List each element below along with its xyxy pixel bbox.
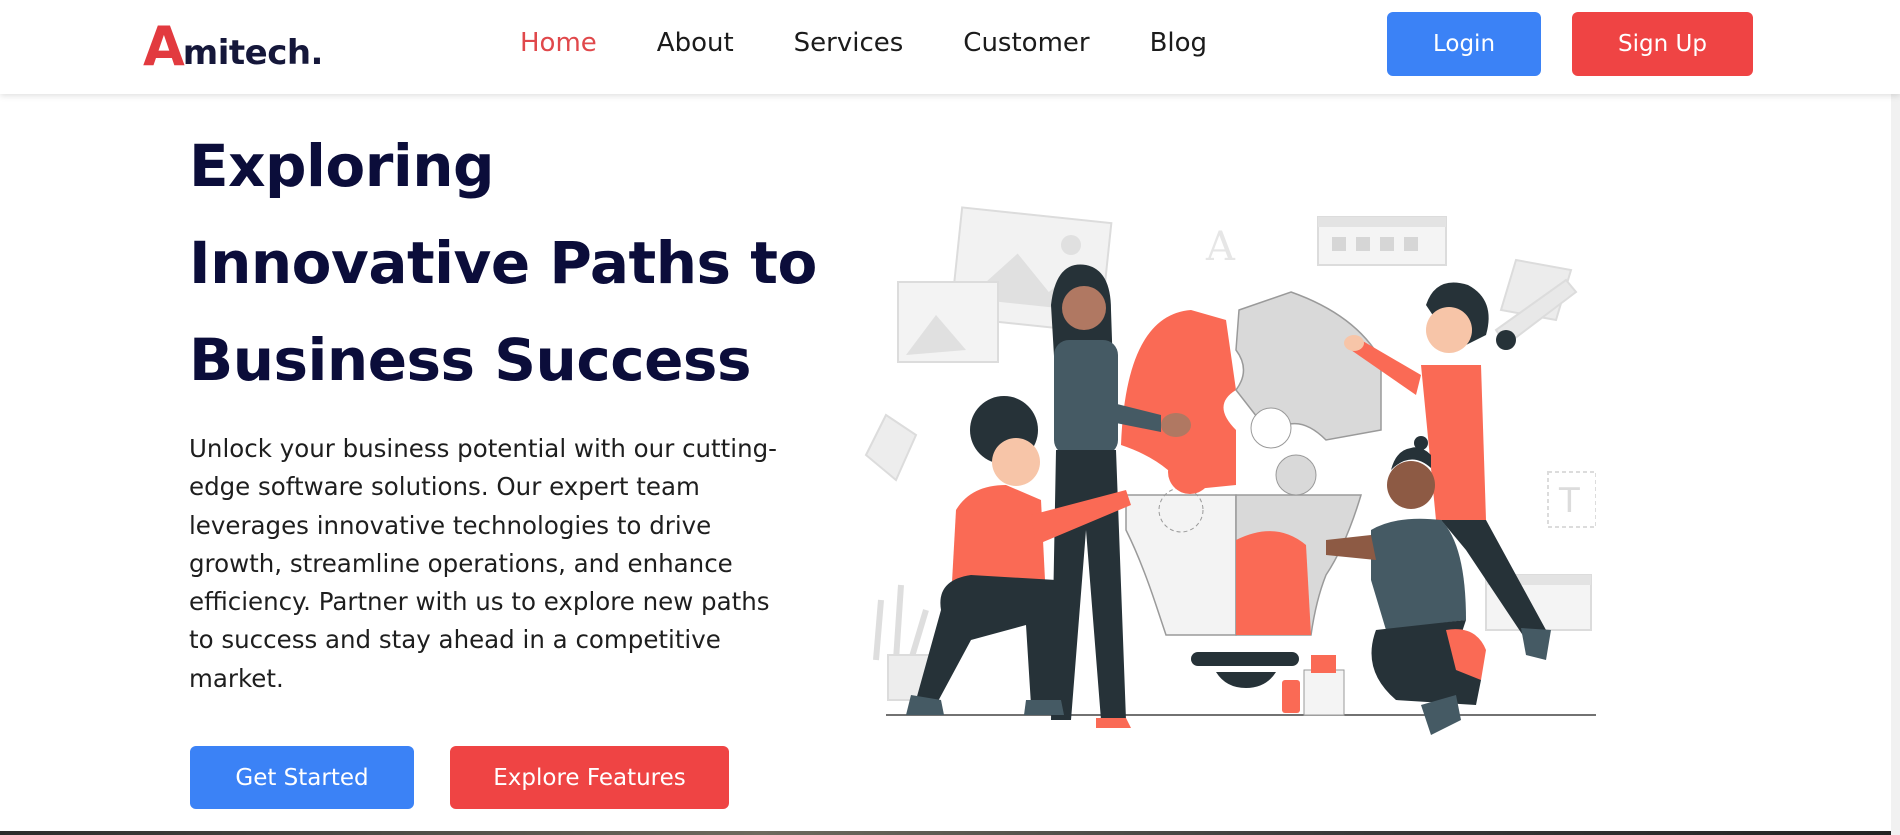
nav-item-customer[interactable]: Customer [963, 26, 1089, 60]
hero-title-line-3: Business Success [189, 326, 751, 394]
decor-letter-a: A [1205, 224, 1236, 270]
page-scrollbar[interactable] [1891, 0, 1900, 835]
get-started-button[interactable]: Get Started [190, 746, 414, 809]
nav-item-about[interactable]: About [657, 26, 734, 60]
brand-logo[interactable]: A mitech. [143, 14, 323, 74]
explore-features-button[interactable]: Explore Features [450, 746, 729, 809]
nav-item-services[interactable]: Services [794, 26, 904, 60]
hero-title-line-2: Innovative Paths to [189, 229, 817, 297]
login-button[interactable]: Login [1387, 12, 1541, 76]
hero-title: Exploring Innovative Paths to Business S… [189, 118, 829, 409]
bottom-edge-strip [0, 831, 1900, 835]
signup-button[interactable]: Sign Up [1572, 12, 1753, 76]
logo-wordmark: mitech. [182, 33, 324, 73]
logo-initial: A [143, 15, 185, 78]
hero-description: Unlock your business potential with our … [189, 434, 777, 693]
page: A mitech. Home About Services Customer B… [0, 0, 1900, 835]
site-header: A mitech. Home About Services Customer B… [0, 0, 1900, 94]
decor-letter-t: T [1558, 481, 1580, 521]
main-nav: Home About Services Customer Blog [520, 26, 1267, 60]
lightbulb-puzzle [1121, 291, 1382, 688]
nav-item-home[interactable]: Home [520, 26, 597, 60]
hero-title-line-1: Exploring [189, 132, 495, 200]
nav-item-blog[interactable]: Blog [1150, 26, 1207, 60]
teamwork-puzzle-illustration: A T [864, 206, 1596, 735]
